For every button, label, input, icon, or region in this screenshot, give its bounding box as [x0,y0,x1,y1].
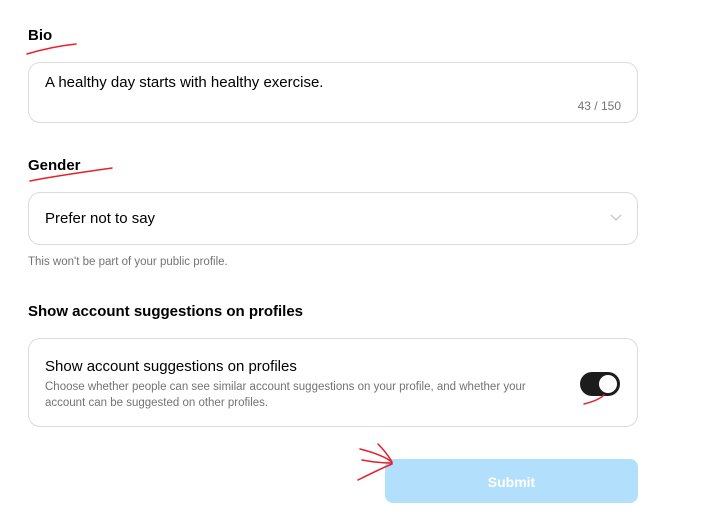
submit-arrow-mark [357,443,393,481]
bio-underline-mark [26,43,77,55]
gender-underline-mark [29,167,113,182]
toggle-underline-mark [583,394,605,405]
annotation-marks [26,43,605,481]
